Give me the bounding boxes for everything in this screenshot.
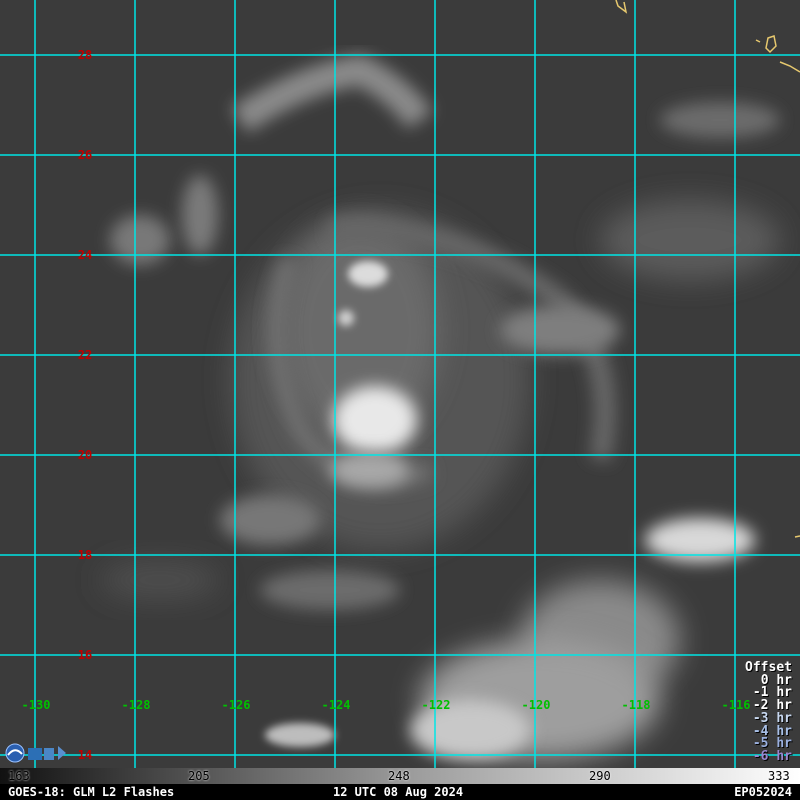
map-svg: 28 26 24 22 20 18 16 14 -130 -128 -126 -124 -122 -12… xyxy=(0,0,800,768)
brightness-colorbar: 163 205 248 290 333 xyxy=(0,768,800,784)
offset-legend: Offset 0 hr -1 hr -2 hr -3 hr -4 hr -5 h… xyxy=(745,661,792,764)
colorbar-tick: 290 xyxy=(589,769,611,783)
noaa-logo xyxy=(4,742,70,764)
footer-bar: GOES-18: GLM L2 Flashes 12 UTC 08 Aug 20… xyxy=(0,784,800,800)
latitude-label: 28 xyxy=(78,48,92,62)
latitude-label: 20 xyxy=(78,448,92,462)
latitude-label: 16 xyxy=(78,648,92,662)
satellite-viewer: 28 26 24 22 20 18 16 14 -130 -128 -126 -124 -122 -12… xyxy=(0,0,800,800)
footer-storm-id: EP052024 xyxy=(734,785,792,799)
colorbar-tick: 333 xyxy=(768,769,790,783)
colorbar-tick: 205 xyxy=(188,769,210,783)
longitude-label: -128 xyxy=(122,698,151,712)
longitude-label: -122 xyxy=(422,698,451,712)
longitude-label: -130 xyxy=(22,698,51,712)
longitude-label: -118 xyxy=(622,698,651,712)
colorbar-tick: 248 xyxy=(388,769,410,783)
offset-item: -6 hr xyxy=(752,748,792,764)
footer-product-label: GOES-18: GLM L2 Flashes xyxy=(8,785,175,799)
colorbar-tick: 163 xyxy=(8,769,30,783)
satellite-map[interactable]: 28 26 24 22 20 18 16 14 -130 -128 -126 -124 -122 -12… xyxy=(0,0,800,768)
latitude-label: 22 xyxy=(78,348,92,362)
longitude-label: -124 xyxy=(322,698,351,712)
latitude-label: 14 xyxy=(78,748,92,762)
latitude-label: 26 xyxy=(78,148,92,162)
latitude-label: 18 xyxy=(78,548,92,562)
longitude-label: -120 xyxy=(522,698,551,712)
longitude-label: -126 xyxy=(222,698,251,712)
footer-time-label: 12 UTC 08 Aug 2024 xyxy=(333,785,464,799)
latitude-label: 24 xyxy=(78,248,92,262)
